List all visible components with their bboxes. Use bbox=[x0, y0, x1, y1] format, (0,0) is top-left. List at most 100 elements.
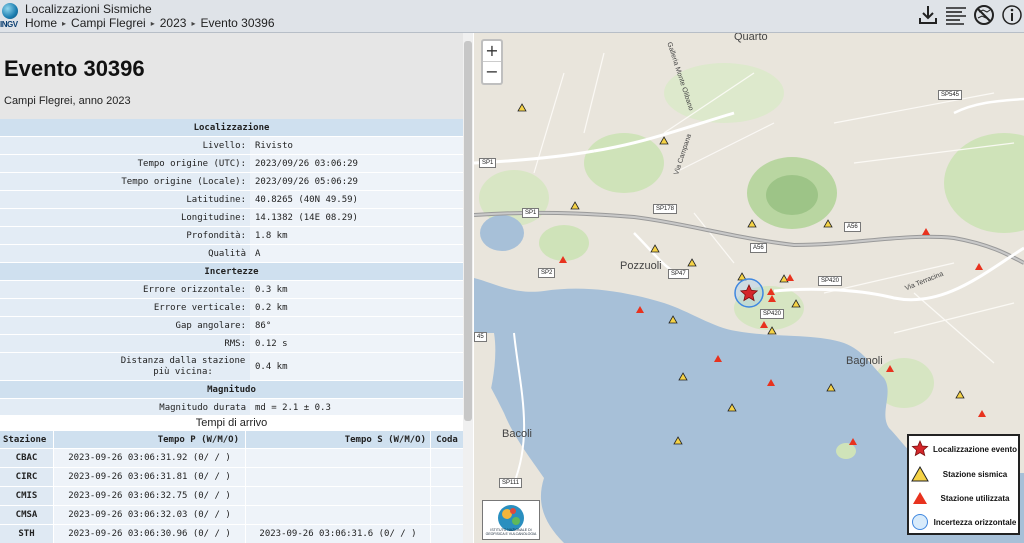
s-time-cell bbox=[246, 506, 431, 524]
ingv-logo[interactable]: INGV bbox=[0, 0, 20, 33]
used-station-marker bbox=[786, 274, 794, 281]
info-icon[interactable] bbox=[1000, 3, 1024, 27]
info-value: 14.1382 (14E 08.29) bbox=[250, 209, 463, 226]
info-row: Longitudine: 14.1382 (14E 08.29) bbox=[0, 209, 463, 227]
p-time-cell: 2023-09-26 03:06:31.81 (0/ / ) bbox=[54, 468, 246, 486]
info-value: md = 2.1 ± 0.3 bbox=[250, 399, 463, 416]
table-header-row: Stazione Tempo P (W/M/O) Tempo S (W/M/O)… bbox=[0, 431, 463, 449]
legend-label: Stazione sismica bbox=[942, 469, 1008, 479]
section-localizzazione: Localizzazione bbox=[0, 119, 463, 137]
station-marker bbox=[955, 390, 965, 399]
breadcrumb-separator-icon: ▸ bbox=[150, 18, 155, 28]
table-row: CIRC 2023-09-26 03:06:31.81 (0/ / ) bbox=[0, 468, 463, 487]
station-marker bbox=[668, 315, 678, 324]
s-time-cell bbox=[246, 449, 431, 467]
download-icon[interactable] bbox=[916, 3, 940, 27]
scrollbar-thumb[interactable] bbox=[464, 41, 472, 421]
info-key: Gap angolare: bbox=[0, 317, 250, 334]
used-station-marker bbox=[760, 321, 768, 328]
info-row: Distanza dalla stazione più vicina: 0.4 k… bbox=[0, 353, 463, 381]
station-marker bbox=[687, 258, 697, 267]
info-value: 0.3 km bbox=[250, 281, 463, 298]
info-row: Gap angolare: 86° bbox=[0, 317, 463, 335]
used-station-marker bbox=[559, 256, 567, 263]
no-map-icon[interactable] bbox=[972, 3, 996, 27]
info-row: Latitudine: 40.8265 (40N 49.59) bbox=[0, 191, 463, 209]
info-key: Longitudine: bbox=[0, 209, 250, 226]
breadcrumb: Home ▸ Campi Flegrei ▸ 2023 ▸ Evento 303… bbox=[25, 16, 275, 30]
info-key: Qualità bbox=[0, 245, 250, 262]
info-key: Latitudine: bbox=[0, 191, 250, 208]
info-value: Rivisto bbox=[250, 137, 463, 154]
table-row: STH 2023-09-26 03:06:30.96 (0/ / ) 2023-… bbox=[0, 525, 463, 543]
globe-icon bbox=[2, 3, 18, 19]
app-header: INGV Localizzazioni Sismiche Home ▸ Camp… bbox=[0, 0, 1024, 33]
info-row: RMS: 0.12 s bbox=[0, 335, 463, 353]
arrival-times-title: Tempi di arrivo bbox=[0, 415, 463, 431]
legend-label: Incertezza orizzontale bbox=[933, 517, 1017, 527]
used-station-marker bbox=[922, 228, 930, 235]
info-key: Distanza dalla stazione più vicina: bbox=[0, 353, 250, 380]
legend-item-used-station: Stazione utilizzata bbox=[909, 487, 1019, 509]
column-header-coda[interactable]: Coda bbox=[431, 431, 463, 448]
station-cell: CMIS bbox=[0, 487, 54, 505]
info-value: 86° bbox=[250, 317, 463, 334]
used-station-marker bbox=[767, 288, 775, 295]
info-key: Tempo origine (UTC): bbox=[0, 155, 250, 172]
info-value: 0.12 s bbox=[250, 335, 463, 352]
seismic-map[interactable]: Quarto Pozzuoli Bagnoli Bacoli Galleria … bbox=[474, 33, 1024, 543]
info-value: 0.4 km bbox=[250, 353, 463, 380]
zoom-in-button[interactable]: + bbox=[483, 41, 501, 62]
p-time-cell: 2023-09-26 03:06:32.03 (0/ / ) bbox=[54, 506, 246, 524]
ingv-logo-text: ISTITUTO NAZIONALE DI GEOFISICA E VULCAN… bbox=[485, 528, 537, 536]
used-station-marker bbox=[978, 410, 986, 417]
breadcrumb-separator-icon: ▸ bbox=[62, 18, 67, 28]
station-marker bbox=[570, 201, 580, 210]
info-key: Errore orizzontale: bbox=[0, 281, 250, 298]
s-time-cell: 2023-09-26 03:06:31.6 (0/ / ) bbox=[246, 525, 431, 543]
breadcrumb-separator-icon: ▸ bbox=[191, 18, 196, 28]
info-key: Errore verticale: bbox=[0, 299, 250, 316]
list-icon[interactable] bbox=[944, 3, 968, 27]
table-row: CBAC 2023-09-26 03:06:31.92 (0/ / ) bbox=[0, 449, 463, 468]
station-marker bbox=[791, 299, 801, 308]
breadcrumb-year[interactable]: 2023 bbox=[160, 16, 187, 30]
red-triangle-icon bbox=[909, 490, 931, 506]
circle-icon bbox=[909, 513, 931, 531]
breadcrumb-home[interactable]: Home bbox=[25, 16, 57, 30]
table-row: CMIS 2023-09-26 03:06:32.75 (0/ / ) bbox=[0, 487, 463, 506]
info-row: Qualità A bbox=[0, 245, 463, 263]
section-incertezze: Incertezze bbox=[0, 263, 463, 281]
info-row: Livello: Rivisto bbox=[0, 137, 463, 155]
legend-label: Stazione utilizzata bbox=[940, 493, 1010, 503]
p-time-cell: 2023-09-26 03:06:30.96 (0/ / ) bbox=[54, 525, 246, 543]
info-key: Tempo origine (Locale): bbox=[0, 173, 250, 190]
info-row: Errore verticale: 0.2 km bbox=[0, 299, 463, 317]
column-header-station[interactable]: Stazione bbox=[0, 431, 54, 448]
breadcrumb-event: Evento 30396 bbox=[200, 16, 275, 30]
station-marker bbox=[767, 326, 777, 335]
legend-label: Localizzazione evento bbox=[932, 444, 1018, 454]
coda-cell bbox=[431, 525, 463, 543]
page-subtitle: Campi Flegrei, anno 2023 bbox=[4, 95, 131, 107]
station-cell: CIRC bbox=[0, 468, 54, 486]
station-marker bbox=[823, 219, 833, 228]
event-info-table: Localizzazione Livello: Rivisto Tempo ori… bbox=[0, 119, 463, 417]
info-key: Magnitudo durata bbox=[0, 399, 250, 416]
zoom-out-button[interactable]: − bbox=[483, 62, 501, 83]
star-icon bbox=[909, 440, 931, 458]
column-header-p-time[interactable]: Tempo P (W/M/O) bbox=[54, 431, 246, 448]
used-station-marker bbox=[886, 365, 894, 372]
panel-scrollbar[interactable] bbox=[463, 33, 473, 543]
logo-text: INGV bbox=[0, 20, 18, 29]
coda-cell bbox=[431, 449, 463, 467]
breadcrumb-campi-flegrei[interactable]: Campi Flegrei bbox=[71, 16, 146, 30]
column-header-s-time[interactable]: Tempo S (W/M/O) bbox=[246, 431, 431, 448]
coda-cell bbox=[431, 506, 463, 524]
info-row: Errore orizzontale: 0.3 km bbox=[0, 281, 463, 299]
station-cell: CMSA bbox=[0, 506, 54, 524]
station-marker bbox=[650, 244, 660, 253]
section-magnitudo: Magnitudo bbox=[0, 381, 463, 399]
event-details-panel[interactable]: Evento 30396 Campi Flegrei, anno 2023 Lo… bbox=[0, 33, 473, 543]
station-marker bbox=[678, 372, 688, 381]
